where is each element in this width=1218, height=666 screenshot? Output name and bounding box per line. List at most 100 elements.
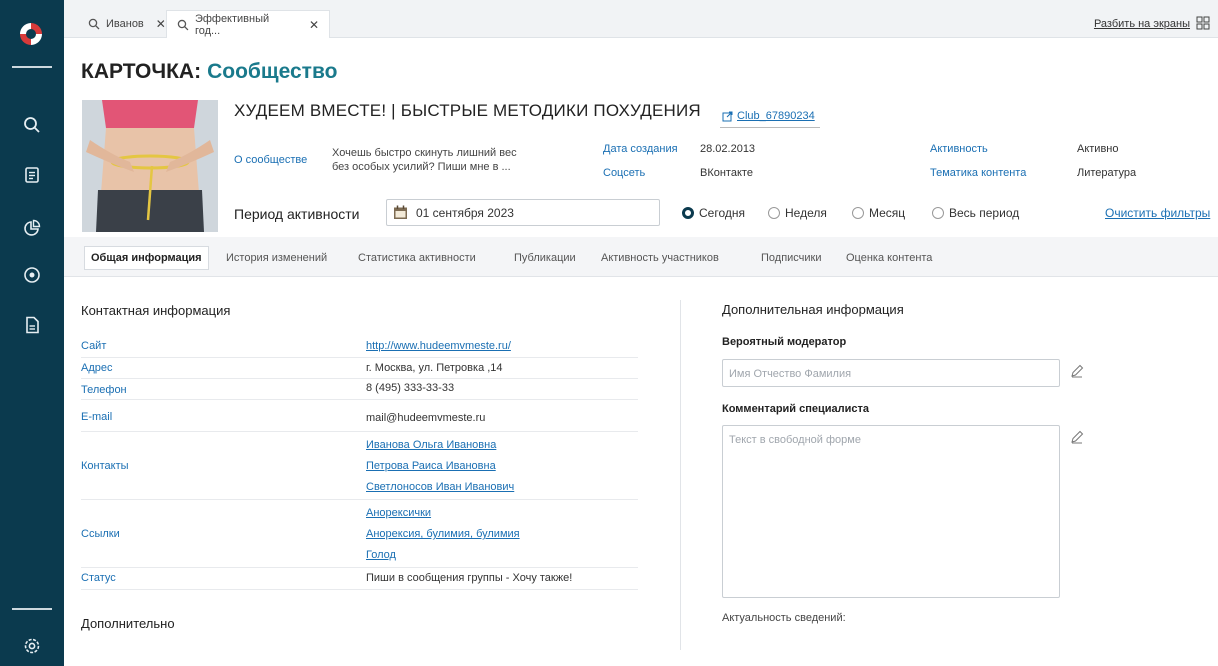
close-icon[interactable]: ✕	[156, 17, 166, 31]
browser-tab-strip: Иванов ✕ Эффективный год... ✕ Разбить на…	[64, 0, 1218, 38]
contact-link[interactable]: Иванова Ольга Ивановна	[366, 437, 514, 458]
browser-tab[interactable]: Иванов ✕	[78, 10, 176, 38]
actuality-label: Актуальность сведений:	[722, 612, 846, 624]
email-value: mail@hudeemvmeste.ru	[366, 412, 486, 424]
links-label: Ссылки	[81, 528, 120, 540]
search-icon	[88, 18, 100, 30]
related-link[interactable]: Анорексия, булимия, булимия	[366, 526, 520, 547]
contacts-list: Иванова Ольга Ивановна Петрова Раиса Ива…	[366, 437, 514, 500]
tab-activity-stats[interactable]: Статистика активности	[352, 246, 482, 270]
date-value: 01 сентября 2023	[416, 205, 514, 220]
row-site: Сайт http://www.hudeemvmeste.ru/	[81, 337, 638, 358]
phone-label: Телефон	[81, 384, 127, 396]
date-picker[interactable]: 01 сентября 2023	[386, 199, 660, 226]
edit-pencil-icon[interactable]	[1070, 430, 1084, 444]
radio-week[interactable]: Неделя	[768, 206, 827, 220]
contact-link[interactable]: Петрова Раиса Ивановна	[366, 458, 514, 479]
tab-change-history[interactable]: История изменений	[220, 246, 333, 270]
radio-dot	[768, 207, 780, 219]
close-icon[interactable]: ✕	[309, 18, 319, 32]
radio-month[interactable]: Месяц	[852, 206, 905, 220]
row-contacts: Контакты Иванова Ольга Ивановна Петрова …	[81, 432, 638, 500]
row-links: Ссылки Анорексички Анорексия, булимия, б…	[81, 500, 638, 568]
tab-content-rating[interactable]: Оценка контента	[840, 246, 938, 270]
contacts-label: Контакты	[81, 460, 129, 472]
address-label: Адрес	[81, 362, 113, 374]
sidebar-divider	[12, 608, 52, 610]
search-icon[interactable]	[22, 115, 42, 135]
sidebar	[0, 0, 64, 666]
about-label: О сообществе	[234, 154, 308, 166]
external-link-icon	[722, 111, 733, 121]
radio-label: Весь период	[949, 206, 1020, 220]
calendar-icon	[394, 205, 407, 219]
radio-today[interactable]: Сегодня	[682, 206, 745, 220]
status-label: Статус	[81, 572, 116, 584]
eye-icon[interactable]	[22, 265, 42, 285]
address-value: г. Москва, ул. Петровка ,14	[366, 362, 503, 374]
split-screen-link[interactable]: Разбить на экраны	[1094, 18, 1190, 30]
sidebar-divider	[12, 66, 52, 68]
activity-label: Активность	[930, 143, 988, 155]
page-title: КАРТОЧКА: Сообщество	[81, 60, 337, 84]
links-list: Анорексички Анорексия, булимия, булимия …	[366, 505, 520, 568]
related-link[interactable]: Анорексички	[366, 505, 520, 526]
moderator-label: Вероятный модератор	[722, 336, 847, 348]
about-text[interactable]: Хочешь быстро скинуть лишний вес без осо…	[332, 146, 562, 174]
grid-icon[interactable]	[1196, 16, 1210, 30]
club-id-text: Club_67890234	[737, 110, 815, 122]
radio-all-period[interactable]: Весь период	[932, 206, 1019, 220]
tab-member-activity[interactable]: Активность участников	[595, 246, 725, 270]
community-avatar	[82, 100, 218, 232]
phone-value: 8 (495) 333-33-33	[366, 382, 455, 394]
contact-link[interactable]: Светлоносов Иван Иванович	[366, 479, 514, 500]
row-phone: Телефон 8 (495) 333-33-33	[81, 379, 638, 400]
comment-label: Комментарий специалиста	[722, 403, 870, 415]
browser-tab-active[interactable]: Эффективный год... ✕	[166, 10, 330, 38]
radio-dot	[932, 207, 944, 219]
row-address: Адрес г. Москва, ул. Петровка ,14	[81, 358, 638, 379]
page-title-value: Сообщество	[207, 60, 338, 83]
page-title-label: КАРТОЧКА:	[81, 60, 202, 83]
search-icon	[177, 19, 189, 30]
comment-textarea[interactable]: Текст в свободной форме	[722, 425, 1060, 598]
radio-dot	[682, 207, 694, 219]
tab-general-info[interactable]: Общая информация	[84, 246, 209, 270]
moderator-input[interactable]: Имя Отчество Фамилия	[722, 359, 1060, 387]
settings-icon[interactable]	[22, 636, 42, 656]
radio-dot	[852, 207, 864, 219]
site-link[interactable]: http://www.hudeemvmeste.ru/	[366, 340, 511, 352]
radio-label: Месяц	[869, 206, 906, 220]
network-label: Соцсеть	[603, 167, 646, 179]
community-name: ХУДЕЕМ ВМЕСТЕ! | БЫСТРЫЕ МЕТОДИКИ ПОХУДЕ…	[234, 101, 701, 120]
document-list-icon[interactable]	[22, 165, 42, 185]
row-email: E-mail mail@hudeemvmeste.ru	[81, 400, 638, 432]
club-id-underline	[720, 127, 820, 128]
activity-value: Активно	[1077, 143, 1119, 155]
tab-subscribers[interactable]: Подписчики	[755, 246, 828, 270]
browser-tab-label: Иванов	[106, 18, 144, 30]
theme-label: Тематика контента	[930, 167, 1027, 179]
site-label: Сайт	[81, 340, 107, 352]
theme-value: Литература	[1077, 167, 1137, 179]
about-text-line: без особых усилий? Пиши мне в ...	[332, 161, 511, 173]
status-value: Пиши в сообщения группы - Хочу также!	[366, 572, 573, 584]
period-label: Период активности	[234, 206, 360, 222]
email-label: E-mail	[81, 411, 113, 423]
club-id-link[interactable]: Club_67890234	[722, 110, 815, 122]
app-logo-icon[interactable]	[17, 20, 45, 48]
radio-label: Сегодня	[699, 206, 745, 220]
browser-tab-label: Эффективный год...	[194, 12, 270, 37]
related-link[interactable]: Голод	[366, 547, 520, 568]
content-tabs: Общая информация История изменений Стати…	[64, 237, 1218, 277]
edit-pencil-icon[interactable]	[1070, 364, 1084, 378]
radio-label: Неделя	[785, 206, 827, 220]
clear-filters-link[interactable]: Очистить фильтры	[1105, 206, 1210, 220]
about-text-line: Хочешь быстро скинуть лишний вес	[332, 147, 517, 159]
report-icon[interactable]	[22, 315, 42, 335]
network-value: ВКонтакте	[700, 167, 753, 179]
pie-chart-icon[interactable]	[22, 218, 42, 238]
created-value: 28.02.2013	[700, 143, 756, 155]
tab-publications[interactable]: Публикации	[508, 246, 582, 270]
contact-heading: Контактная информация	[81, 303, 231, 318]
